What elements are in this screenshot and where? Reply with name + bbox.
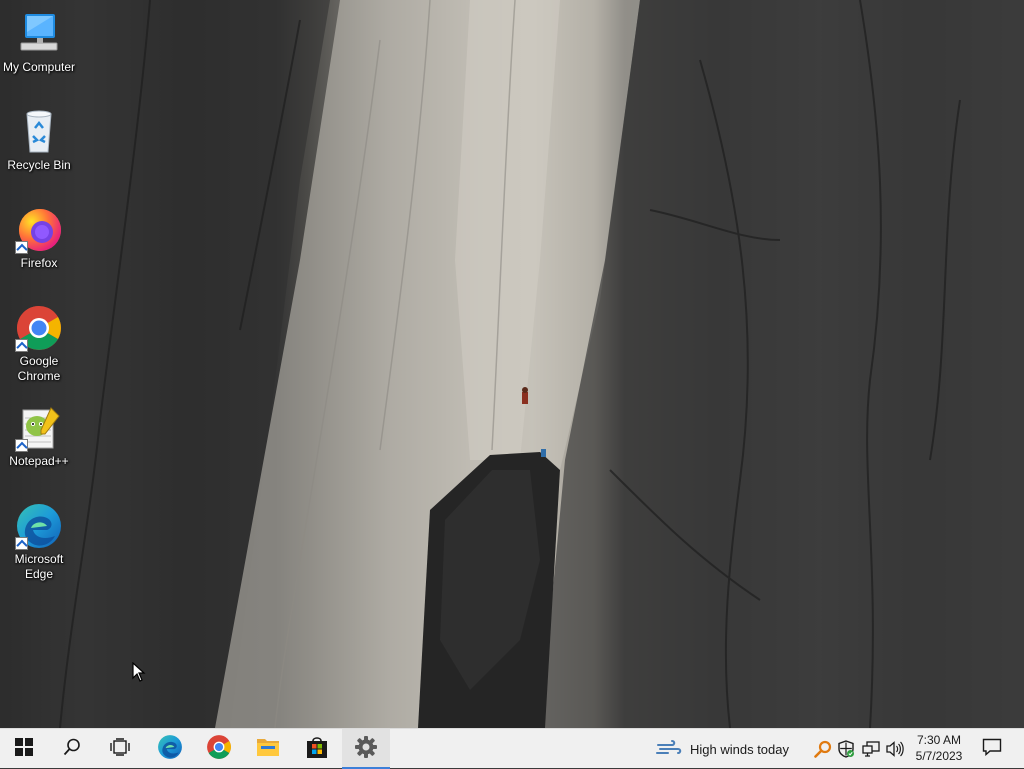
search-tray-icon[interactable] [813,739,833,759]
chrome-taskbar-button[interactable] [195,729,243,769]
windows-logo-icon [15,737,33,761]
desktop-icon-label: My Computer [2,60,76,74]
chrome-icon [15,304,63,352]
wind-icon [656,739,682,759]
weather-text: High winds today [690,741,789,757]
desktop-icon-google-chrome[interactable]: Google Chrome [2,304,76,384]
clock-date: 5/7/2023 [915,749,963,763]
desktop-icon-my-computer[interactable]: My Computer [2,10,76,75]
task-view-button[interactable] [96,729,144,769]
shortcut-arrow-icon [15,339,28,352]
desktop-icon-label: Firefox [20,256,58,270]
desktop-wallpaper [0,0,1024,728]
edge-taskbar-button[interactable] [146,729,194,769]
taskbar: High winds today 7:30 AM 5/7/2023 [0,728,1024,769]
desktop-icon-firefox[interactable]: Firefox [2,206,76,271]
file-explorer-button[interactable] [244,729,292,769]
task-view-icon [110,737,130,761]
clock-time: 7:30 AM [916,733,962,747]
recycle-bin-icon [15,108,63,156]
desktop-icon-notepadpp[interactable]: Notepad++ [2,404,76,469]
mouse-cursor-icon [132,661,146,687]
network-icon[interactable] [861,739,881,759]
store-button[interactable] [293,729,341,769]
chrome-icon [206,734,232,765]
desktop-icon-label: Microsoft Edge [14,552,64,581]
search-icon [63,738,81,761]
weather-widget[interactable]: High winds today [656,729,789,769]
desktop-icon-label: Notepad++ [9,454,69,468]
shortcut-arrow-icon [15,439,28,452]
computer-icon [15,10,63,58]
volume-icon[interactable] [885,739,905,759]
edge-icon [15,502,63,550]
notepadpp-icon [15,404,63,452]
notification-icon [982,738,1002,761]
desktop-icon-microsoft-edge[interactable]: Microsoft Edge [2,502,76,582]
desktop-icon-label: Recycle Bin [7,158,71,172]
shortcut-arrow-icon [15,537,28,550]
firefox-icon [15,206,63,254]
gear-icon [355,735,377,763]
search-button[interactable] [48,729,96,769]
system-clock[interactable]: 7:30 AM 5/7/2023 [910,732,968,764]
start-button[interactable] [0,729,48,769]
desktop-icon-label: Google Chrome [17,354,61,383]
shortcut-arrow-icon [15,241,28,254]
edge-icon [157,734,183,765]
store-icon [305,735,329,764]
folder-icon [256,736,280,763]
defender-icon[interactable] [836,739,856,759]
desktop-icon-recycle-bin[interactable]: Recycle Bin [2,108,76,173]
settings-button[interactable] [342,729,390,769]
notification-center-button[interactable] [978,729,1006,769]
